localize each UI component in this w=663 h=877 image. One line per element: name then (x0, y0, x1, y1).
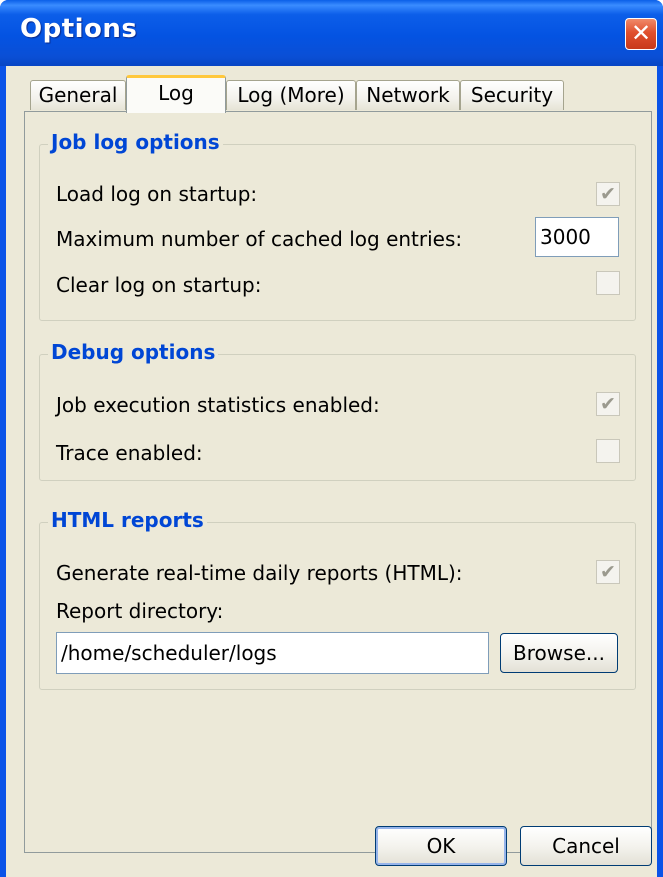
html-reports-legend: HTML reports (48, 508, 207, 532)
check-icon: ✔ (600, 183, 616, 205)
max-cached-entries-input[interactable]: 3000 (535, 217, 619, 257)
tab-network[interactable]: Network (356, 80, 460, 110)
cancel-button[interactable]: Cancel (520, 826, 652, 866)
load-log-on-startup-checkbox[interactable]: ✔ (596, 182, 620, 206)
tab-log-more-label: Log (More) (237, 83, 345, 107)
report-directory-label: Report directory: (56, 599, 224, 623)
trace-enabled-checkbox[interactable] (596, 439, 620, 463)
clear-log-on-startup-checkbox[interactable] (596, 271, 620, 295)
tab-general-label: General (38, 83, 118, 107)
tab-log-more[interactable]: Log (More) (226, 80, 356, 110)
max-cached-entries-label: Maximum number of cached log entries: (56, 227, 463, 251)
tab-panel-log: Job log options Load log on startup: ✔ M… (24, 111, 652, 853)
tab-log[interactable]: Log (126, 75, 226, 113)
window-title: Options (20, 14, 138, 44)
close-button[interactable]: ✕ (625, 18, 657, 50)
generate-reports-checkbox[interactable]: ✔ (596, 560, 620, 584)
tab-security-label: Security (470, 83, 554, 107)
tab-network-label: Network (366, 83, 450, 107)
generate-reports-label: Generate real-time daily reports (HTML): (56, 561, 463, 585)
ok-button[interactable]: OK (375, 826, 507, 866)
browse-button[interactable]: Browse... (500, 633, 618, 673)
report-directory-input[interactable]: /home/scheduler/logs (56, 632, 489, 674)
debug-options-group: Debug options Job execution statistics e… (39, 340, 636, 481)
html-reports-group: HTML reports Generate real-time daily re… (39, 508, 636, 690)
job-execution-stats-checkbox[interactable]: ✔ (596, 392, 620, 416)
tab-general[interactable]: General (30, 80, 126, 110)
check-icon: ✔ (600, 561, 616, 583)
tab-security[interactable]: Security (460, 80, 564, 110)
clear-log-on-startup-label: Clear log on startup: (56, 273, 262, 297)
job-execution-stats-label: Job execution statistics enabled: (56, 393, 380, 417)
dialog-body: General Log Log (More) Network Security … (6, 66, 657, 877)
load-log-on-startup-label: Load log on startup: (56, 182, 258, 206)
job-log-options-group: Job log options Load log on startup: ✔ M… (39, 130, 636, 321)
trace-enabled-label: Trace enabled: (56, 441, 203, 465)
tab-strip: General Log Log (More) Network Security (30, 74, 650, 113)
tab-log-label: Log (158, 81, 194, 105)
title-bar[interactable]: Options ✕ (0, 0, 663, 66)
debug-options-legend: Debug options (48, 340, 219, 364)
options-dialog: Options ✕ General Log Log (More) Network… (0, 0, 663, 877)
close-icon: ✕ (630, 19, 652, 47)
check-icon: ✔ (600, 393, 616, 415)
job-log-options-legend: Job log options (48, 130, 223, 154)
